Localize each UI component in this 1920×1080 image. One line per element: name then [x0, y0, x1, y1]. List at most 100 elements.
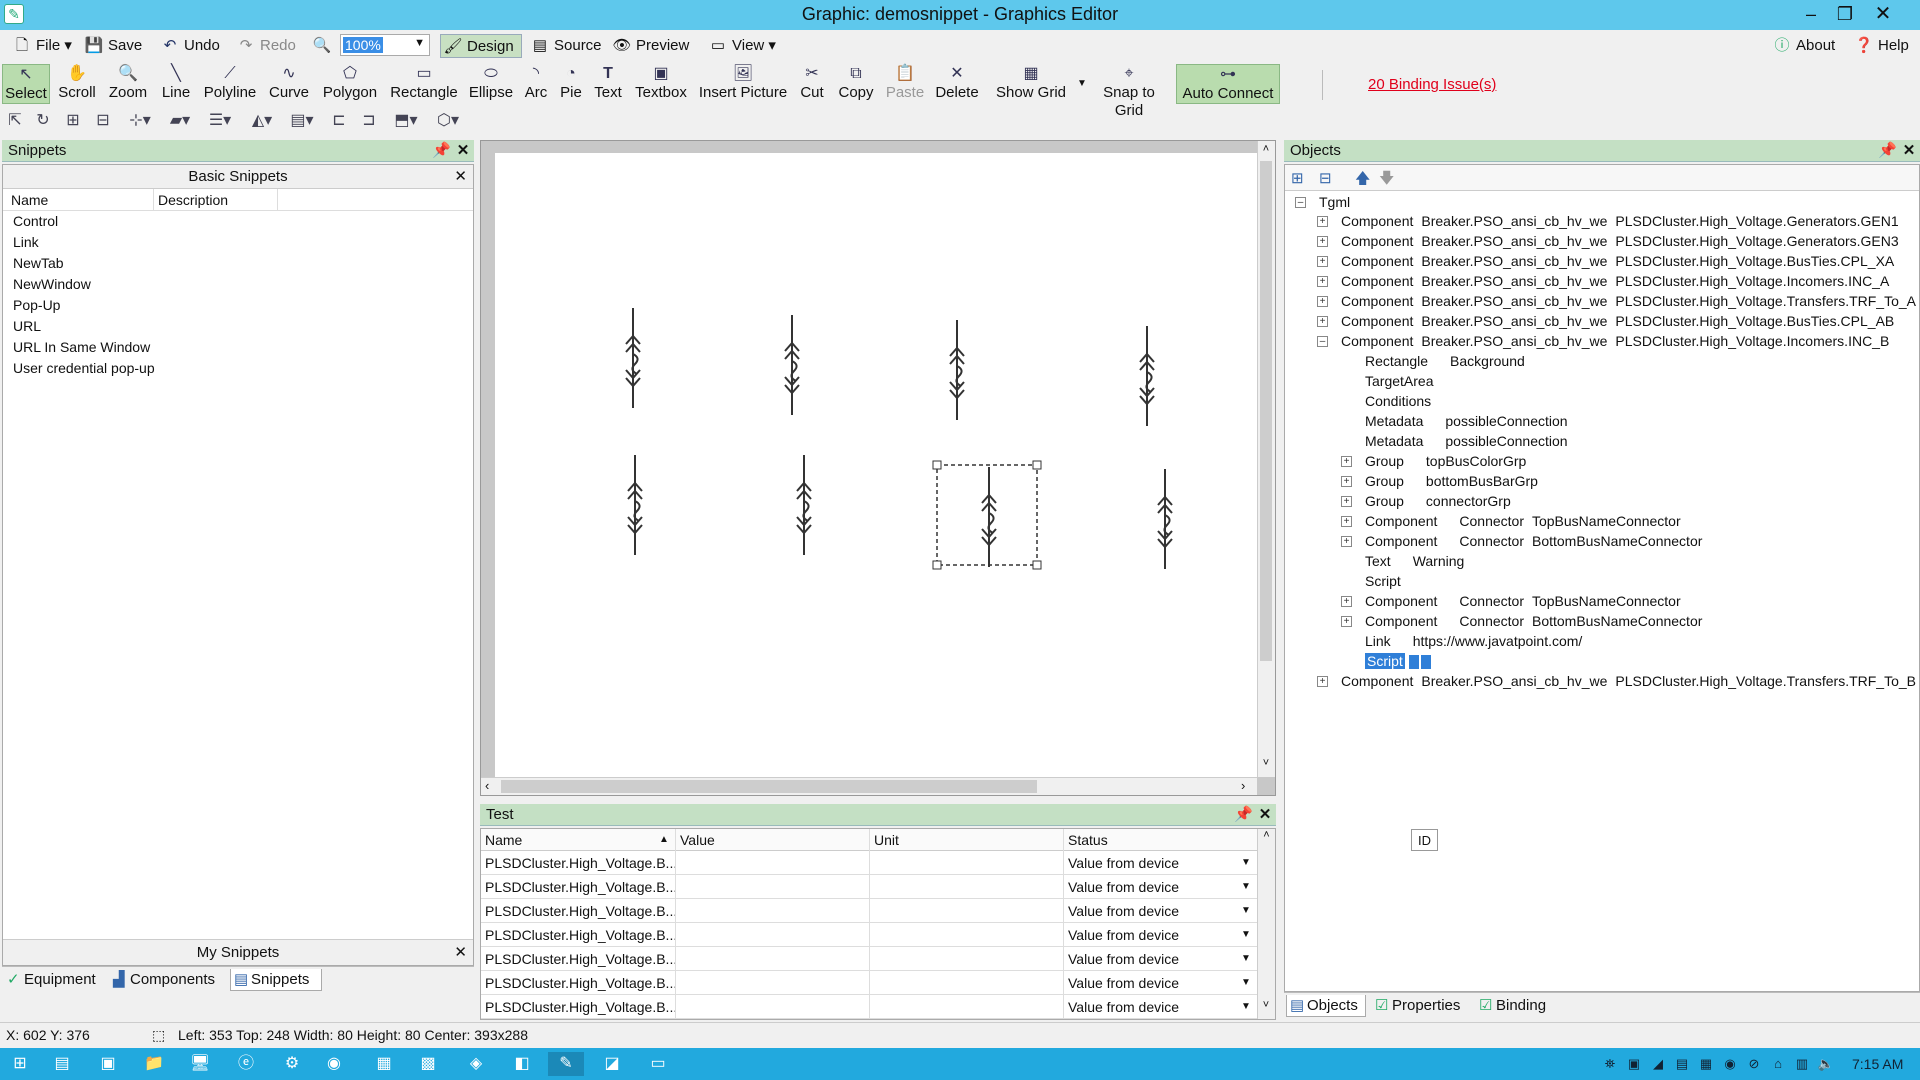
resize-handle[interactable] [1032, 560, 1042, 570]
tree-expand-icon[interactable]: + [1341, 516, 1352, 527]
taskbar-app-4-icon[interactable]: 🖥 [182, 1052, 218, 1076]
undo-button[interactable]: ↶ Undo [158, 34, 220, 58]
test-value-cell[interactable] [675, 899, 676, 923]
taskbar-app-2-icon[interactable]: ▣ [90, 1052, 126, 1076]
zoom-tool[interactable]: 🔍 [310, 34, 332, 58]
edit-points-icon[interactable]: ⬡▾ [430, 110, 466, 132]
tab-binding[interactable]: ☑ Binding [1476, 995, 1558, 1017]
restore-button[interactable]: ❐ [1828, 0, 1862, 28]
tree-expand-icon[interactable]: + [1317, 296, 1328, 307]
close-objects-icon[interactable]: ✕ [1900, 140, 1918, 162]
polygon-tool[interactable]: ⬠ Polygon [318, 64, 382, 104]
snippet-item[interactable]: Control [3, 211, 473, 232]
tree-item[interactable]: TargetArea [1365, 371, 1463, 391]
breaker-symbol[interactable] [796, 455, 812, 555]
tab-snippets[interactable]: ▤ Snippets [230, 969, 322, 991]
pin-test-icon[interactable]: 📌 [1234, 804, 1253, 826]
auto-connect-button[interactable]: ⊶ Auto Connect [1176, 64, 1280, 104]
tray-icon-4[interactable]: ▤ [1672, 1054, 1692, 1074]
tree-item[interactable]: Component Breaker.PSO_ansi_cb_hv_we PLSDCl… [1341, 231, 1899, 251]
same-height-icon[interactable]: ⊐ [356, 110, 382, 132]
flip-icon[interactable]: ◭▾ [244, 110, 280, 132]
col-test-unit[interactable]: Unit [869, 829, 899, 851]
zoom-dropdown-icon[interactable]: ▼ [414, 37, 425, 49]
tray-icon-3[interactable]: ◢ [1648, 1054, 1668, 1074]
snippet-item[interactable]: NewTab [3, 253, 473, 274]
snap-to-grid-button[interactable]: ⌖ Snap to Grid [1088, 64, 1170, 119]
insert-picture-tool[interactable]: 🖼 Insert Picture [696, 64, 790, 104]
test-value-cell[interactable] [675, 923, 676, 947]
table-row[interactable]: PLSDCluster.High_Voltage.B... Value from … [481, 899, 1271, 923]
ellipse-tool[interactable]: ⬭ Ellipse [466, 64, 516, 104]
test-value-cell[interactable] [675, 851, 676, 875]
col-test-status[interactable]: Status [1063, 829, 1108, 851]
status-dropdown-icon[interactable]: ▼ [1241, 923, 1251, 947]
table-row[interactable]: PLSDCluster.High_Voltage.B... Value from … [481, 971, 1271, 995]
minimize-button[interactable]: – [1794, 0, 1828, 28]
breaker-symbol[interactable] [627, 455, 643, 555]
test-status-cell[interactable]: Value from device [1063, 947, 1179, 971]
group-icon[interactable]: ⊞ [60, 110, 86, 132]
breaker-symbol[interactable] [784, 315, 800, 415]
help-button[interactable]: ❓ Help [1852, 34, 1909, 58]
tree-item[interactable]: Component Breaker.PSO_ansi_cb_hv_we PLSDCl… [1341, 331, 1889, 351]
tree-item[interactable]: Component Breaker.PSO_ansi_cb_hv_we PLSDCl… [1341, 211, 1899, 231]
scroll-down-icon[interactable]: ˅ [1258, 757, 1274, 769]
tree-expand-icon[interactable]: + [1317, 316, 1328, 327]
breaker-symbol[interactable] [981, 467, 997, 567]
test-value-cell[interactable] [675, 995, 676, 1019]
taskbar-app-10-icon[interactable]: ◈ [458, 1052, 494, 1076]
tree-item[interactable]: Script [1365, 571, 1431, 591]
delete-button[interactable]: ✕ Delete [932, 64, 982, 104]
scroll-right-icon[interactable]: › [1241, 778, 1245, 793]
scroll-up-icon[interactable]: ˄ [1258, 143, 1274, 155]
taskbar-app-6-icon[interactable]: ⚙ [274, 1052, 310, 1076]
tree-expand-icon[interactable]: + [1317, 236, 1328, 247]
breaker-symbol[interactable] [1139, 326, 1155, 426]
test-status-cell[interactable]: Value from device [1063, 923, 1179, 947]
breaker-symbol[interactable] [1157, 469, 1173, 569]
close-test-icon[interactable]: ✕ [1256, 804, 1274, 826]
graphics-editor-taskbar-icon[interactable]: ✎ [548, 1052, 584, 1076]
taskbar-app-14-icon[interactable]: ▭ [640, 1052, 676, 1076]
tree-expand-icon[interactable]: + [1317, 216, 1328, 227]
browser-ie-icon[interactable]: ⓔ [228, 1052, 264, 1076]
col-test-value[interactable]: Value [675, 829, 715, 851]
move-down-icon[interactable]: 🡇 [1379, 168, 1394, 193]
taskbar-app-1-icon[interactable]: ▤ [44, 1052, 80, 1076]
tree-item[interactable]: Component Connector BottomBusNameConnector [1365, 611, 1702, 631]
close-basic-snippets-icon[interactable]: ✕ [454, 165, 467, 189]
snippet-item[interactable]: NewWindow [3, 274, 473, 295]
tree-item[interactable]: Component Breaker.PSO_ansi_cb_hv_we PLSDCl… [1341, 311, 1894, 331]
pin-icon[interactable]: 📌 [432, 140, 451, 162]
tray-icon-8[interactable]: ⌂ [1768, 1054, 1788, 1074]
status-dropdown-icon[interactable]: ▼ [1241, 947, 1251, 971]
tree-item[interactable]: Component Breaker.PSO_ansi_cb_hv_we PLSDCl… [1341, 671, 1916, 691]
tree-item[interactable]: Component Connector TopBusNameConnector [1365, 591, 1681, 611]
taskbar-app-11-icon[interactable]: ◧ [504, 1052, 540, 1076]
polyline-tool[interactable]: ⟋ Polyline [200, 64, 260, 104]
resize-handle[interactable] [932, 460, 942, 470]
tree-expand-icon[interactable]: + [1341, 456, 1352, 467]
tree-expand-icon[interactable]: + [1341, 476, 1352, 487]
test-status-cell[interactable]: Value from device [1063, 995, 1179, 1019]
table-row[interactable]: PLSDCluster.High_Voltage.B... Value from … [481, 923, 1271, 947]
tree-expand-icon[interactable]: + [1317, 256, 1328, 267]
status-dropdown-icon[interactable]: ▼ [1241, 971, 1251, 995]
expand-all-icon[interactable]: ⊞ [1291, 169, 1304, 187]
h-scroll-thumb[interactable] [501, 780, 1037, 793]
tree-item[interactable]: Metadata possibleConnection [1365, 431, 1576, 451]
pointer-icon[interactable]: ⇱ [2, 110, 28, 132]
tree-item[interactable]: Script [1365, 651, 1461, 671]
tree-collapse-icon[interactable]: – [1295, 197, 1306, 208]
paste-button[interactable]: 📋 Paste [882, 64, 928, 104]
test-scroll-up-icon[interactable]: ˄ [1258, 829, 1275, 841]
status-dropdown-icon[interactable]: ▼ [1241, 899, 1251, 923]
distribute-icon[interactable]: ☰▾ [202, 110, 238, 132]
test-status-cell[interactable]: Value from device [1063, 899, 1179, 923]
tree-item[interactable]: Component Breaker.PSO_ansi_cb_hv_we PLSDCl… [1341, 291, 1916, 311]
col-name[interactable]: Name [11, 189, 48, 211]
save-button[interactable]: 💾 Save [82, 34, 143, 58]
line-tool[interactable]: ╲ Line [156, 64, 196, 104]
tree-item[interactable]: Group connectorGrp [1365, 491, 1519, 511]
